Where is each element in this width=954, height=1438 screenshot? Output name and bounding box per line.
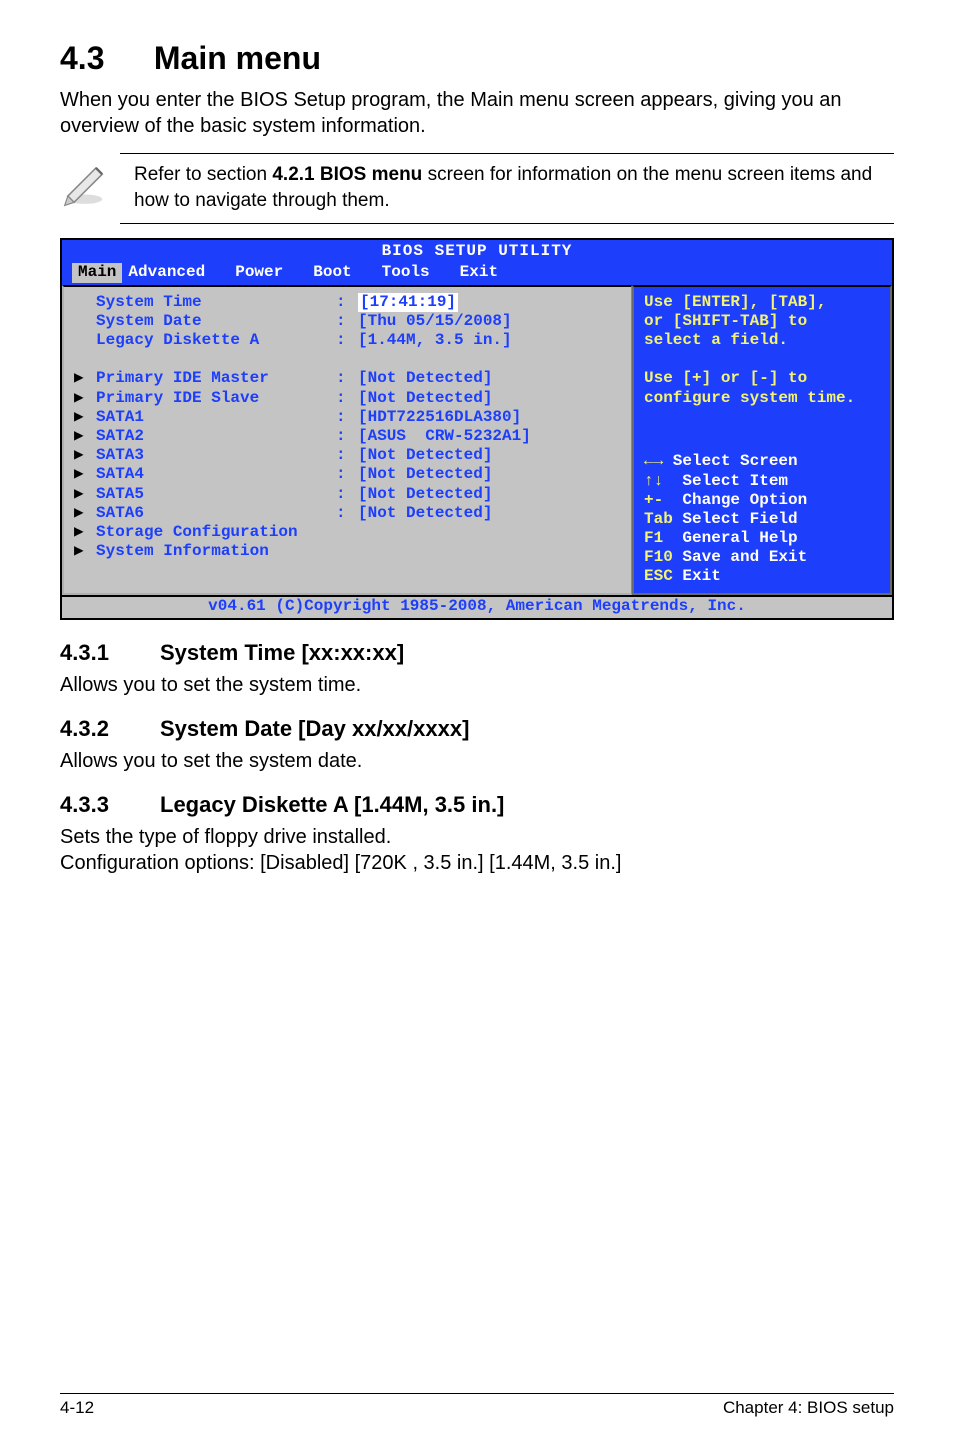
note-pre: Refer to section <box>134 164 272 185</box>
bios-tab-main[interactable]: Main <box>72 263 122 282</box>
bios-screenshot: BIOS SETUP UTILITY Main Advanced Power B… <box>60 238 894 620</box>
note-container: Refer to section 4.2.1 BIOS menu screen … <box>60 153 894 224</box>
bios-footer: v04.61 (C)Copyright 1985-2008, American … <box>62 595 892 618</box>
bios-menubar[interactable]: Main Advanced Power Boot Tools Exit <box>62 263 892 284</box>
page-footer: 4-12 Chapter 4: BIOS setup <box>60 1393 894 1418</box>
page-heading: 4.3 Main menu <box>60 40 894 77</box>
subsection-body: Allows you to set the system date. <box>60 748 894 774</box>
subsection-body: Allows you to set the system time. <box>60 672 894 698</box>
note-text: Refer to section 4.2.1 BIOS menu screen … <box>120 153 894 224</box>
bios-title: BIOS SETUP UTILITY <box>62 240 892 263</box>
intro-paragraph: When you enter the BIOS Setup program, t… <box>60 87 894 139</box>
subsection-heading: 4.3.2System Date [Day xx/xx/xxxx] <box>60 716 894 742</box>
subsection-body: Sets the type of floppy drive installed.… <box>60 824 894 876</box>
pencil-icon <box>60 157 110 207</box>
heading-number: 4.3 <box>60 40 145 77</box>
bios-left-pane: System Time:[17:41:19]System Date:[Thu 0… <box>62 285 632 595</box>
subsection-heading: 4.3.1System Time [xx:xx:xx] <box>60 640 894 666</box>
bios-tab-advanced[interactable]: Advanced <box>122 263 229 282</box>
bios-help-pane: Use [ENTER], [TAB], or [SHIFT-TAB] to se… <box>632 285 892 595</box>
chapter-label: Chapter 4: BIOS setup <box>723 1398 894 1418</box>
bios-tab-power[interactable]: Power <box>229 263 307 282</box>
heading-title: Main menu <box>154 40 321 76</box>
page-number: 4-12 <box>60 1398 94 1418</box>
subsection-heading: 4.3.3Legacy Diskette A [1.44M, 3.5 in.] <box>60 792 894 818</box>
bios-tab-exit[interactable]: Exit <box>454 263 522 282</box>
note-bold: 4.2.1 BIOS menu <box>272 164 422 185</box>
bios-tab-boot[interactable]: Boot <box>307 263 375 282</box>
bios-help-text: Use [ENTER], [TAB], or [SHIFT-TAB] to se… <box>644 293 880 408</box>
bios-key-legend: ←→ Select Screen↑↓ Select Item+- Change … <box>644 452 880 586</box>
bios-tab-tools[interactable]: Tools <box>376 263 454 282</box>
